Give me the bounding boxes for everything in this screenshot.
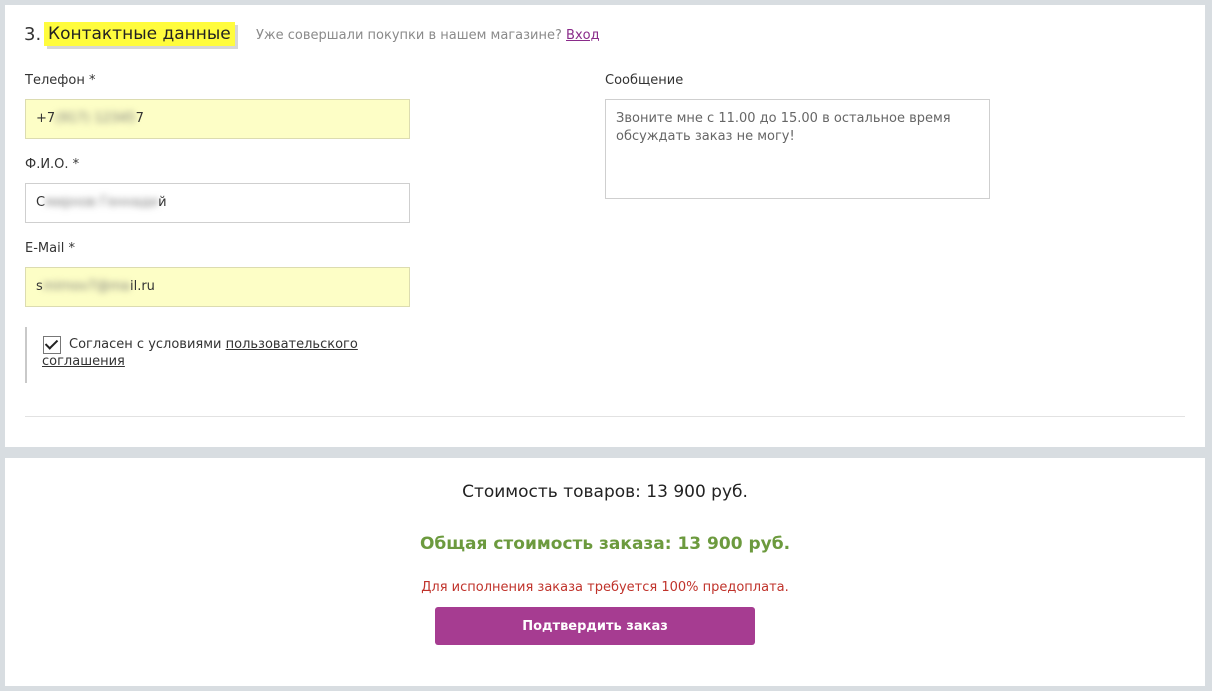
phone-value-blurred: (917) 12345 [55, 111, 136, 126]
order-total: Общая стоимость заказа: 13 900 руб. [419, 534, 791, 554]
fio-label: Ф.И.О. * [25, 157, 80, 172]
agreement-text: Согласен с условиями [69, 337, 222, 352]
login-hint: Уже совершали покупки в нашем магазине? … [256, 28, 600, 43]
fio-value-end: й [158, 195, 167, 210]
agreement-block: Согласен с условиями пользовательского с… [25, 327, 407, 383]
goods-cost: Стоимость товаров: 13 900 руб. [462, 482, 748, 502]
message-label: Сообщение [605, 73, 684, 88]
phone-value-end: 7 [135, 111, 144, 126]
section-title: Контактные данные [44, 22, 235, 46]
phone-label: Телефон * [25, 73, 96, 88]
phone-value-start: +7 [36, 111, 56, 126]
login-link[interactable]: Вход [566, 28, 600, 43]
confirm-order-button[interactable]: Подтвердить заказ [435, 607, 755, 645]
email-value-blurred: mirnov7@ma [42, 279, 130, 294]
section-number: 3. [24, 24, 42, 45]
fio-field[interactable]: Смирнов Геннадий [25, 183, 410, 223]
email-value-end: il.ru [129, 279, 155, 294]
email-value-start: s [36, 279, 43, 294]
fio-value-blurred: мирнов Геннади [45, 195, 159, 210]
divider [25, 416, 1185, 417]
agreement-label: Согласен с условиями пользовательского с… [42, 336, 372, 370]
email-field[interactable]: smirnov7@mail.ru [25, 267, 410, 307]
email-label: E-Mail * [25, 241, 75, 256]
fio-value-start: С [36, 195, 46, 210]
order-summary-panel: Стоимость товаров: 13 900 руб. Общая сто… [5, 458, 1205, 686]
login-hint-text: Уже совершали покупки в нашем магазине? [256, 28, 562, 43]
phone-field[interactable]: +7(917) 123457 [25, 99, 410, 139]
prepayment-note: Для исполнения заказа требуется 100% пре… [421, 580, 789, 595]
contacts-panel: 3. Контактные данные Уже совершали покуп… [5, 5, 1205, 447]
message-textarea[interactable]: Звоните мне с 11.00 до 15.00 в остальное… [605, 99, 990, 199]
